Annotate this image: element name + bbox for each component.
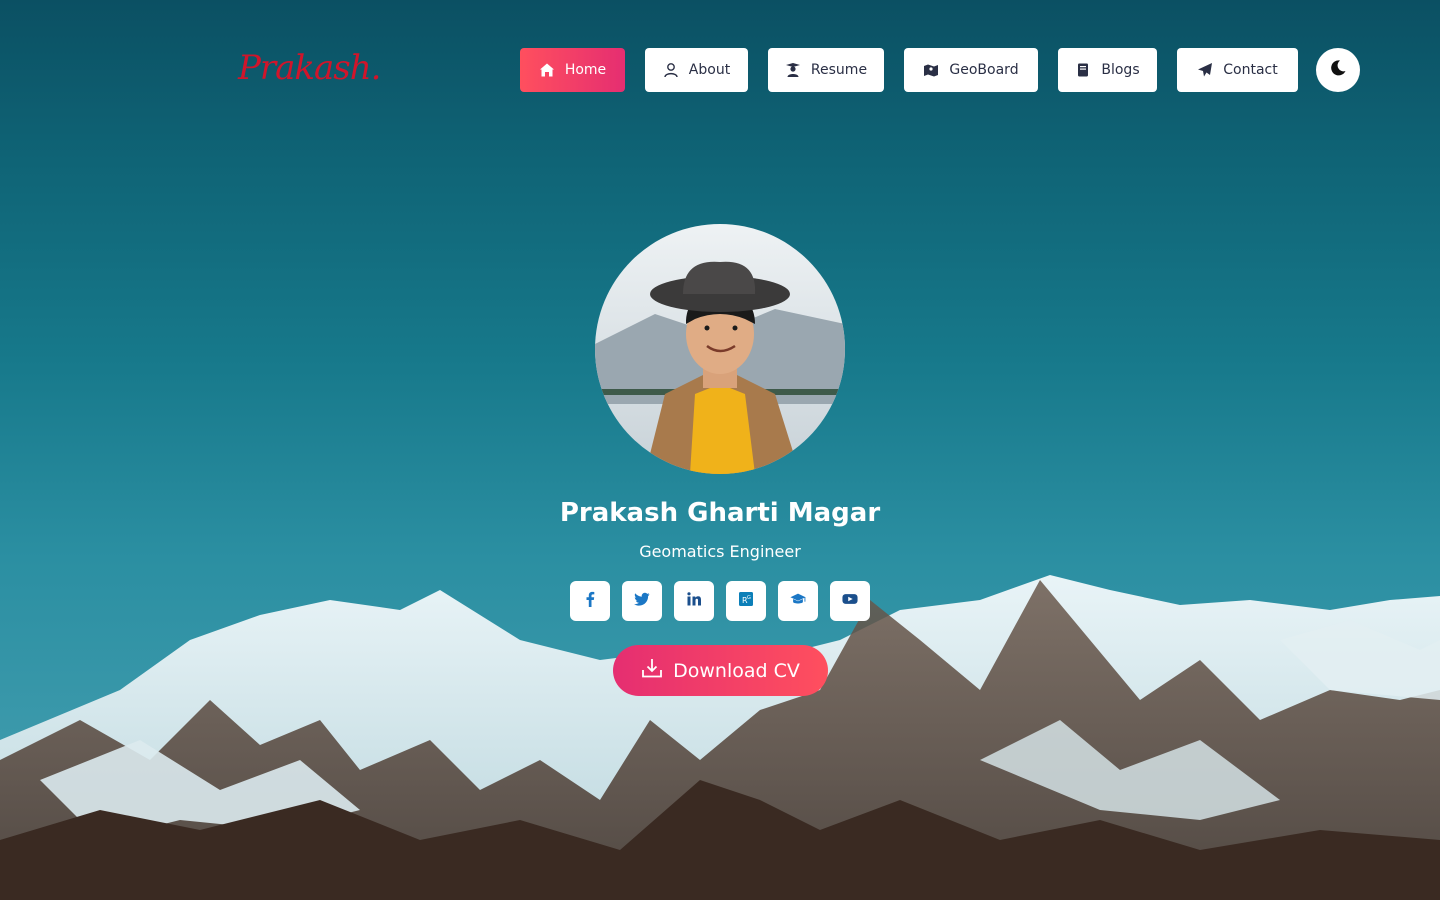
nav-item-label: Resume (810, 62, 868, 78)
moon-icon (1329, 59, 1347, 81)
linkedin-icon (686, 591, 702, 611)
svg-text:G: G (747, 595, 751, 601)
social-youtube-button[interactable] (830, 581, 870, 621)
social-researchgate-button[interactable]: RG (726, 581, 766, 621)
social-facebook-button[interactable] (570, 581, 610, 621)
graduation-cap-icon (790, 591, 806, 611)
user-icon (663, 62, 679, 78)
map-icon (923, 62, 939, 78)
download-cv-button[interactable]: Download CV (613, 645, 828, 696)
nav-item-geoboard[interactable]: GeoBoard (904, 48, 1038, 92)
twitter-icon (634, 591, 650, 611)
book-icon (1075, 62, 1091, 78)
facebook-icon (582, 591, 598, 611)
social-linkedin-button[interactable] (674, 581, 714, 621)
home-icon (539, 62, 555, 78)
paper-plane-icon (1197, 62, 1213, 78)
nav-item-label: Contact (1223, 62, 1278, 78)
download-cv-label: Download CV (673, 659, 800, 682)
researchgate-icon: RG (738, 591, 754, 611)
nav-item-resume[interactable]: Resume (768, 48, 884, 92)
nav-item-contact[interactable]: Contact (1177, 48, 1298, 92)
profile-role: Geomatics Engineer (639, 542, 801, 561)
nav-item-label: GeoBoard (949, 62, 1019, 78)
nav-item-blogs[interactable]: Blogs (1058, 48, 1157, 92)
youtube-icon (842, 591, 858, 611)
nav-item-home[interactable]: Home (520, 48, 625, 92)
graduate-icon (785, 62, 801, 78)
nav-item-label: Home (564, 62, 607, 78)
social-google-scholar-button[interactable] (778, 581, 818, 621)
brand-logo[interactable]: Prakash. (238, 48, 381, 88)
profile-name: Prakash Gharti Magar (559, 498, 881, 528)
theme-toggle-button[interactable] (1316, 48, 1360, 92)
social-twitter-button[interactable] (622, 581, 662, 621)
nav-item-about[interactable]: About (645, 48, 748, 92)
nav-item-label: About (688, 62, 731, 78)
nav-item-label: Blogs (1101, 62, 1140, 78)
download-icon (641, 657, 663, 684)
profile-avatar (595, 224, 845, 474)
